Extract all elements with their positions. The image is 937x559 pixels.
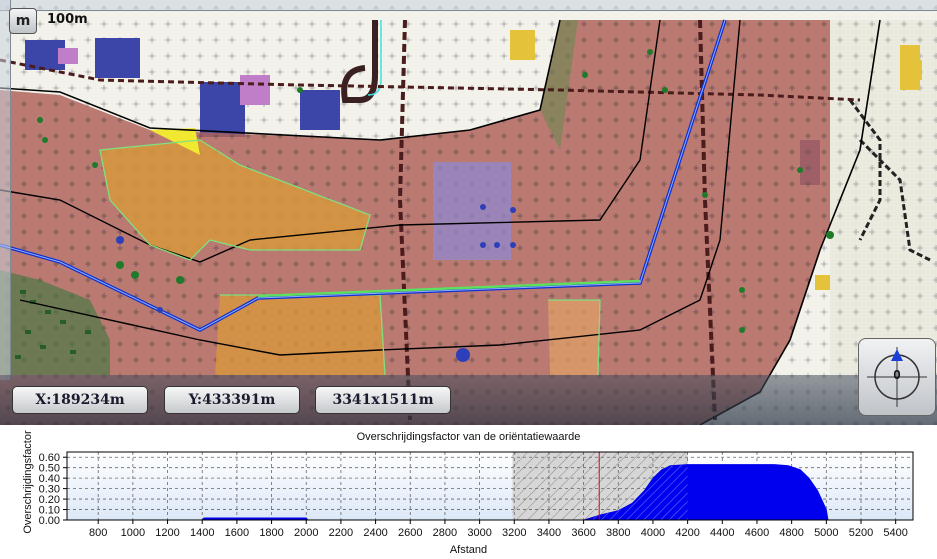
x-tick-label: 5200 <box>849 527 873 539</box>
map-extent-display: 3341x1511m <box>315 386 451 414</box>
x-tick-label: 2400 <box>363 527 387 539</box>
y-tick-label: 0.60 <box>39 452 60 464</box>
map-canvas[interactable] <box>0 0 937 425</box>
x-tick-label: 5000 <box>814 527 838 539</box>
y-tick-label: 0.50 <box>39 463 60 475</box>
x-tick-label: 3200 <box>502 527 526 539</box>
x-tick-label: 3800 <box>606 527 630 539</box>
y-coordinate-display: Y:433391m <box>164 386 300 414</box>
compass-heading: 0 <box>893 367 901 382</box>
x-tick-label: 3000 <box>467 527 491 539</box>
x-tick-label: 2800 <box>433 527 457 539</box>
x-tick-label: 4600 <box>745 527 769 539</box>
x-tick-label: 1000 <box>121 527 145 539</box>
map-ruler-left <box>0 0 11 380</box>
x-tick-label: 1200 <box>155 527 179 539</box>
y-tick-label: 0.10 <box>39 505 60 517</box>
x-tick-label: 2000 <box>294 527 318 539</box>
x-tick-label: 3600 <box>571 527 595 539</box>
y-tick-label: 0.20 <box>39 494 60 506</box>
x-tick-label: 4800 <box>779 527 803 539</box>
y-tick-label: 0.40 <box>39 473 60 485</box>
compass-button[interactable]: 0 <box>858 338 936 416</box>
x-tick-label: 1600 <box>225 527 249 539</box>
x-tick-label: 2600 <box>398 527 422 539</box>
x-tick-label: 2200 <box>329 527 353 539</box>
map-ruler-top <box>0 0 937 11</box>
scale-unit-button[interactable]: m <box>9 8 37 34</box>
x-tick-label: 3400 <box>537 527 561 539</box>
x-tick-label: 4200 <box>675 527 699 539</box>
x-tick-label: 1400 <box>190 527 214 539</box>
x-tick-label: 800 <box>89 527 107 539</box>
map-view[interactable]: m 100m X:189234m Y:433391m 3341x1511m 0 <box>0 0 937 425</box>
x-tick-label: 1800 <box>259 527 283 539</box>
chart-plot: 800 1000 1200 1400 1600 1800 2000 2200 2400 2600 2… <box>39 451 914 539</box>
x-tick-label: 5400 <box>883 527 907 539</box>
x-tick-label: 4000 <box>641 527 665 539</box>
x-tick-label: 4400 <box>710 527 734 539</box>
y-tick-label: 0.30 <box>39 484 60 496</box>
y-tick-label: 0.00 <box>39 515 60 527</box>
scale-label: 100m <box>47 12 88 27</box>
x-coordinate-display: X:189234m <box>12 386 148 414</box>
